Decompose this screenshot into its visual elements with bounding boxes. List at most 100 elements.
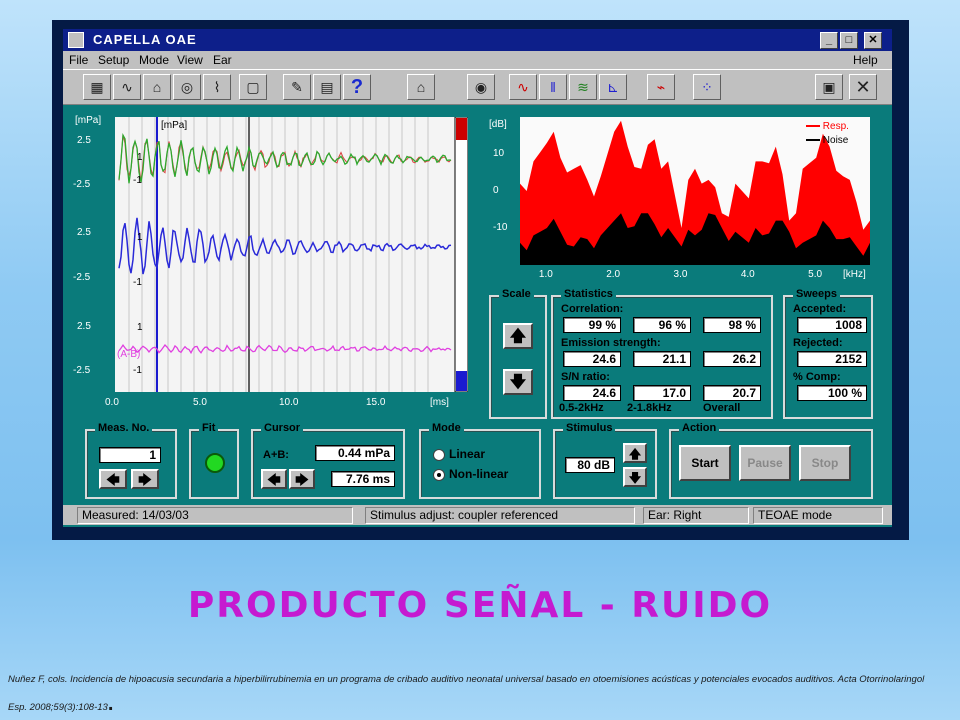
scale-up-button[interactable]: 🡅 (503, 323, 533, 349)
record-icon[interactable]: ◉ (467, 74, 495, 100)
meas-next-button[interactable]: 🡆 (131, 469, 159, 489)
emission-mid: 21.1 (633, 351, 691, 367)
wave-icon[interactable]: ∿ (509, 74, 537, 100)
menu-ear[interactable]: Ear (213, 53, 232, 67)
minimize-button[interactable]: _ (820, 32, 838, 49)
spectrum-xlabel: [kHz] (843, 269, 866, 280)
menu-view[interactable]: View (177, 53, 203, 67)
cursor-ab-label: A+B: (263, 449, 289, 461)
menu-help[interactable]: Help (853, 53, 878, 67)
grid-icon[interactable]: ⁘ (693, 74, 721, 100)
spectrum-y-tick: 10 (493, 148, 505, 159)
probe-icon[interactable]: ◎ (173, 74, 201, 100)
spectrum-x-tick: 4.0 (740, 269, 755, 280)
spectrum-y-tick: -10 (493, 222, 508, 233)
sweeps-group: Sweeps Accepted: 1008 Rejected: 2152 % C… (783, 288, 873, 419)
menu-mode[interactable]: Mode (139, 53, 169, 67)
mode-linear-label[interactable]: Linear (449, 447, 485, 461)
waveform-plot[interactable]: [mPa] 1 -1 1 -1 1 -1 (A-B) (115, 117, 468, 392)
spectrum-y-tick: 0 (493, 185, 499, 196)
accepted-value: 1008 (797, 317, 867, 333)
radio-nonlinear[interactable] (433, 469, 445, 481)
action-group: Action Start Pause Stop (669, 422, 873, 499)
pause-button[interactable]: Pause (739, 445, 791, 481)
cursor-left-button[interactable]: 🡄 (261, 469, 287, 489)
emission-label: Emission strength: (561, 337, 661, 349)
sn-overall: 20.7 (703, 385, 761, 401)
chart-icon[interactable]: ⌇ (203, 74, 231, 100)
patient-icon[interactable]: ▦ (83, 74, 111, 100)
spectrum-icon[interactable]: ⊾ (599, 74, 627, 100)
printer-icon[interactable]: ⌂ (143, 74, 171, 100)
stimulus-label: Stimulus (563, 422, 616, 434)
app-icon (68, 32, 84, 48)
question-icon[interactable]: ? (343, 74, 371, 100)
edit-icon[interactable]: ✎ (283, 74, 311, 100)
band-overall: Overall (703, 402, 741, 414)
sn-label: S/N ratio: (561, 371, 610, 383)
waveform-y-tick: -2.5 (73, 272, 91, 283)
cursor-right-button[interactable]: 🡆 (289, 469, 315, 489)
statistics-group: Statistics Correlation: 99 % 96 % 98 % E… (551, 288, 773, 419)
radio-linear[interactable] (433, 449, 445, 461)
mode-label: Mode (429, 422, 464, 434)
close-window-button[interactable]: ✕ (864, 32, 882, 49)
waveform-x-tick: 15.0 (366, 397, 386, 408)
comp-label: % Comp: (793, 371, 841, 383)
menu-bar: File Setup Mode View Ear Help (63, 51, 892, 69)
home-icon[interactable]: ⌂ (407, 74, 435, 100)
stimulus-group: Stimulus 80 dB 🡅 🡇 (553, 422, 657, 499)
emission-overall: 26.2 (703, 351, 761, 367)
start-button[interactable]: Start (679, 445, 731, 481)
waveform-y-tick: -2.5 (73, 179, 91, 190)
save-icon[interactable]: ▣ (815, 74, 843, 100)
sn-low: 24.6 (563, 385, 621, 401)
waveform-icon[interactable]: ∿ (113, 74, 141, 100)
scale-down-button[interactable]: 🡇 (503, 369, 533, 395)
meas-label: Meas. No. (95, 422, 153, 434)
waveform-y-tick: -2.5 (73, 365, 91, 376)
maximize-button[interactable]: □ (840, 32, 858, 49)
waveform-inner-unit: [mPa] (161, 120, 188, 131)
trace-icon[interactable]: ⌁ (647, 74, 675, 100)
print-icon[interactable]: ▤ (313, 74, 341, 100)
waveform-svg (118, 117, 468, 392)
menu-file[interactable]: File (69, 53, 88, 67)
meas-number-field[interactable]: 1 (99, 447, 161, 463)
spectrum-ylabel: [dB] (489, 119, 507, 130)
menu-setup[interactable]: Setup (98, 53, 129, 67)
inner-tick: -1 (133, 365, 142, 376)
waveform-y-tick: 2.5 (77, 135, 91, 146)
rejected-label: Rejected: (793, 337, 843, 349)
level-bar-bottom (456, 371, 467, 391)
help-doc-icon[interactable]: ▢ (239, 74, 267, 100)
close-icon[interactable]: ✕ (849, 74, 877, 100)
cursor-time-field: 7.76 ms (331, 471, 395, 487)
scale-group: Scale 🡅 🡇 (489, 288, 547, 419)
statistics-label: Statistics (561, 288, 616, 300)
correlation-mid: 96 % (633, 317, 691, 333)
mode-nonlinear-label[interactable]: Non-linear (449, 467, 508, 481)
stimulus-field: 80 dB (565, 457, 615, 473)
legend-resp: Resp. (806, 121, 849, 132)
stop-button[interactable]: Stop (799, 445, 851, 481)
status-stimulus: Stimulus adjust: coupler referenced (365, 507, 635, 524)
sweeps-label: Sweeps (793, 288, 840, 300)
action-label: Action (679, 422, 720, 434)
level-bar-top (456, 118, 467, 140)
spectrum-x-tick: 3.0 (673, 269, 688, 280)
window-title: CAPELLA OAE (93, 32, 197, 47)
spectrum-plot[interactable]: Resp. Noise (520, 117, 870, 265)
inner-tick: 1 (137, 232, 143, 243)
comp-value: 100 % (797, 385, 867, 401)
status-bar: Measured: 14/03/03 Stimulus adjust: coup… (63, 505, 892, 525)
correlation-low: 99 % (563, 317, 621, 333)
slide-reference: Nuñez F, cols. Incidencia de hipoacusia … (8, 674, 925, 715)
trace-label-ab: (A-B) (117, 349, 141, 360)
bars-icon[interactable]: ǁ (539, 74, 567, 100)
meas-prev-button[interactable]: 🡄 (99, 469, 127, 489)
stimulus-down-button[interactable]: 🡇 (623, 467, 647, 487)
status-measured: Measured: 14/03/03 (77, 507, 353, 524)
stimulus-up-button[interactable]: 🡅 (623, 443, 647, 463)
multi-chart-icon[interactable]: ≋ (569, 74, 597, 100)
